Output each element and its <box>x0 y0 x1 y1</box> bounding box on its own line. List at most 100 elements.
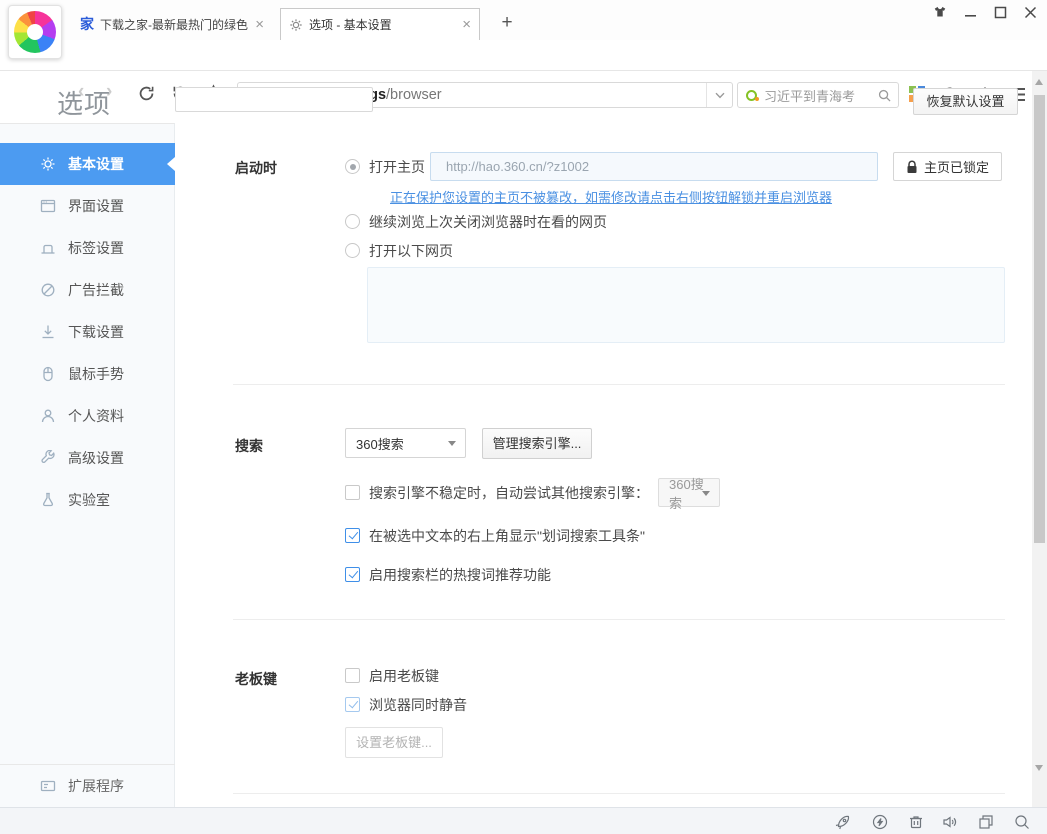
section-divider <box>233 793 1005 794</box>
sidebar-item-label: 高级设置 <box>68 450 124 466</box>
lock-button-label: 主页已锁定 <box>923 160 989 175</box>
checkbox-row-mute-browser: 浏览器同时静音 <box>345 697 467 713</box>
open-homepage-radio[interactable] <box>345 159 360 174</box>
lock-icon <box>907 160 917 173</box>
sidebar-item-ad-block[interactable]: 广告拦截 <box>0 269 175 311</box>
sidebar-item-label: 鼠标手势 <box>68 366 124 382</box>
browser-logo-button[interactable] <box>8 5 62 59</box>
tab-downloads-home[interactable]: 家 下载之家-最新最热门的绿色 × <box>72 8 272 40</box>
sidebar-item-label: 基本设置 <box>68 156 124 172</box>
settings-search-input[interactable] <box>175 87 373 112</box>
checkbox-label: 启用搜索栏的热搜词推荐功能 <box>369 566 551 583</box>
scroll-up-arrow[interactable] <box>1035 79 1043 85</box>
radio-row-open-homepage: 打开主页 <box>345 152 425 181</box>
checkbox-label: 在被选中文本的右上角显示"划词搜索工具条" <box>369 527 645 544</box>
browser-window: 家 下载之家-最新最热门的绿色 × 选项 - 基本设置 × + ‹ › /bro… <box>0 0 1047 834</box>
sidebar-item-label: 广告拦截 <box>68 282 124 298</box>
extensions-card-icon <box>40 780 56 792</box>
chevron-down-icon <box>702 490 710 496</box>
checkbox-row-hotword: 启用搜索栏的热搜词推荐功能 <box>345 566 551 583</box>
tab-title: 下载之家-最新最热门的绿色 <box>100 17 248 32</box>
download-icon <box>42 325 54 339</box>
speed-gauge-icon[interactable] <box>871 813 889 831</box>
radio-row-continue-last: 继续浏览上次关闭浏览器时在看的网页 <box>345 213 607 230</box>
skin-icon[interactable] <box>933 6 947 19</box>
radio-label: 继续浏览上次关闭浏览器时在看的网页 <box>369 213 607 230</box>
mouse-icon <box>43 366 53 382</box>
radio-label: 打开主页 <box>369 158 425 175</box>
startup-pages-list-box[interactable] <box>367 267 1005 343</box>
close-icon[interactable] <box>1024 6 1037 19</box>
continue-last-radio[interactable] <box>345 214 360 229</box>
manage-search-engines-button[interactable]: 管理搜索引擎... <box>482 428 592 459</box>
person-icon <box>41 409 55 423</box>
set-bosskey-button[interactable]: 设置老板键... <box>345 727 443 758</box>
vertical-scrollbar[interactable] <box>1032 71 1047 807</box>
section-label-bosskey: 老板键 <box>235 671 277 687</box>
selected-engine-label: 360搜索 <box>356 436 404 452</box>
windows-overlap-icon[interactable] <box>977 813 995 831</box>
new-tab-button[interactable]: + <box>496 12 518 34</box>
search-magnifier-icon[interactable] <box>878 89 891 102</box>
fallback-engine-checkbox[interactable] <box>345 485 360 500</box>
scrollbar-thumb[interactable] <box>1034 95 1045 543</box>
speaker-icon[interactable] <box>941 813 959 831</box>
sidebar-item-mouse-gestures[interactable]: 鼠标手势 <box>0 353 175 395</box>
sidebar-item-label: 下载设置 <box>68 324 124 340</box>
open-pages-radio[interactable] <box>345 243 360 258</box>
refresh-icon[interactable] <box>137 84 156 103</box>
tab-settings[interactable]: 选项 - 基本设置 × <box>280 8 480 40</box>
homepage-protect-notice: 正在保护您设置的主页不被篡改，如需修改请点击右侧按钮解锁并重启浏览器 <box>390 190 833 205</box>
toolbar-divider <box>0 70 1047 71</box>
search-engine-select[interactable]: 360搜索 <box>345 428 466 458</box>
sidebar-item-basic-settings[interactable]: 基本设置 <box>0 143 175 185</box>
fallback-engine-select[interactable]: 360搜索 <box>658 477 720 511</box>
checkbox-label: 搜索引擎不稳定时，自动尝试其他搜索引擎： <box>369 484 649 501</box>
tab-title: 选项 - 基本设置 <box>309 18 392 32</box>
sidebar-item-extensions[interactable]: 扩展程序 <box>0 764 175 807</box>
gear-icon <box>289 18 303 32</box>
radio-label: 打开以下网页 <box>369 242 453 259</box>
gear-icon <box>41 157 55 171</box>
enable-bosskey-checkbox[interactable] <box>345 668 360 683</box>
window-controls <box>933 6 1037 19</box>
checkbox-row-enable-bosskey: 启用老板键 <box>345 668 439 684</box>
section-divider <box>233 384 1005 385</box>
sidebar-item-labs[interactable]: 实验室 <box>0 479 175 521</box>
sidebar-item-download-settings[interactable]: 下载设置 <box>0 311 175 353</box>
sidebar-item-interface-settings[interactable]: 界面设置 <box>0 185 175 227</box>
wrench-icon <box>41 450 55 463</box>
url-dropdown-chevron-icon[interactable] <box>706 83 732 107</box>
hotword-suggestion-checkbox[interactable] <box>345 567 360 582</box>
title-bar: 家 下载之家-最新最热门的绿色 × 选项 - 基本设置 × + <box>0 0 1047 59</box>
sidebar-item-advanced-settings[interactable]: 高级设置 <box>0 437 175 479</box>
checkbox-row-selection-toolbar: 在被选中文本的右上角显示"划词搜索工具条" <box>345 527 645 544</box>
toolbar-search-box[interactable]: 习近平到青海考 <box>737 82 899 108</box>
block-icon <box>41 283 55 297</box>
restore-defaults-button[interactable]: 恢复默认设置 <box>913 88 1018 115</box>
selection-search-toolbar-checkbox[interactable] <box>345 528 360 543</box>
search-suggestion-text: 习近平到青海考 <box>764 88 856 104</box>
boost-rocket-icon[interactable] <box>834 813 852 831</box>
close-tab-icon[interactable]: × <box>462 17 471 32</box>
minimize-icon[interactable] <box>964 6 977 19</box>
scroll-down-arrow[interactable] <box>1035 765 1043 771</box>
radio-row-open-pages: 打开以下网页 <box>345 242 453 259</box>
homepage-url-input[interactable] <box>430 152 878 181</box>
sidebar-item-label: 标签设置 <box>68 240 124 256</box>
section-label-startup: 启动时 <box>235 160 277 176</box>
sidebar-item-tab-settings[interactable]: 标签设置 <box>0 227 175 269</box>
homepage-locked-button[interactable]: 主页已锁定 <box>893 152 1002 181</box>
chevron-down-icon <box>448 441 456 446</box>
mute-browser-checkbox[interactable] <box>345 697 360 712</box>
maximize-icon[interactable] <box>994 6 1007 19</box>
zoom-magnifier-icon[interactable] <box>1013 813 1031 831</box>
checkbox-row-fallback-engine: 搜索引擎不稳定时，自动尝试其他搜索引擎： 360搜索 <box>345 477 720 511</box>
sidebar-item-label: 界面设置 <box>68 198 124 214</box>
trash-icon[interactable] <box>907 813 925 831</box>
close-tab-icon[interactable]: × <box>255 17 264 32</box>
flask-icon <box>42 492 54 507</box>
sidebar-item-label: 实验室 <box>68 492 110 508</box>
sidebar-item-profile[interactable]: 个人资料 <box>0 395 175 437</box>
status-bar <box>0 807 1047 834</box>
